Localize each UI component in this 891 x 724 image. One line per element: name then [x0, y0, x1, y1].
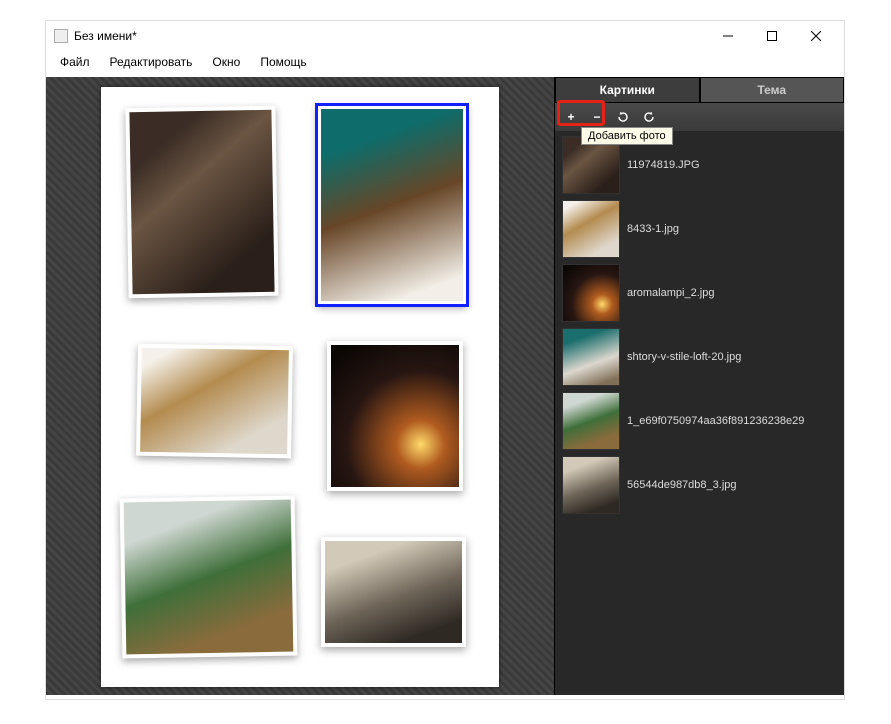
add-photo-tooltip: Добавить фото	[581, 127, 673, 145]
photo-frame[interactable]	[120, 495, 298, 658]
rotate-ccw-button[interactable]	[615, 109, 631, 125]
rotate-ccw-icon	[616, 110, 630, 124]
list-item[interactable]: 11974819.JPG	[563, 137, 838, 193]
app-icon	[54, 29, 68, 43]
titlebar: Без имени*	[46, 21, 844, 51]
file-name: 56544de987db8_3.jpg	[627, 479, 737, 491]
side-panel: Картинки Тема + − Добавить фото 11974819…	[554, 77, 844, 695]
minimize-button[interactable]	[706, 22, 750, 50]
menu-edit[interactable]: Редактировать	[102, 53, 201, 71]
close-button[interactable]	[794, 22, 838, 50]
add-photo-button[interactable]: +	[563, 109, 579, 125]
thumbnail	[563, 329, 619, 385]
thumbnail	[563, 201, 619, 257]
menubar: Файл Редактировать Окно Помощь	[46, 51, 844, 77]
panel-tabs: Картинки Тема	[555, 77, 844, 103]
file-name: 8433-1.jpg	[627, 223, 679, 235]
list-item[interactable]: 8433-1.jpg	[563, 201, 838, 257]
menu-file[interactable]: Файл	[52, 53, 98, 71]
panel-toolbar: + − Добавить фото	[555, 103, 844, 131]
rotate-cw-button[interactable]	[641, 109, 657, 125]
thumbnail	[563, 457, 619, 513]
window-controls	[706, 22, 838, 50]
tab-pictures[interactable]: Картинки	[555, 77, 700, 103]
plus-icon: +	[567, 110, 574, 124]
list-item[interactable]: 1_e69f0750974aa36f891236238e29	[563, 393, 838, 449]
close-icon	[811, 31, 821, 41]
list-item[interactable]: 56544de987db8_3.jpg	[563, 457, 838, 513]
photo-frame[interactable]	[125, 106, 278, 299]
list-item[interactable]: aromalampi_2.jpg	[563, 265, 838, 321]
list-item[interactable]: shtory-v-stile-loft-20.jpg	[563, 329, 838, 385]
thumbnail	[563, 265, 619, 321]
file-name: 1_e69f0750974aa36f891236238e29	[627, 415, 804, 427]
menu-window[interactable]: Окно	[204, 53, 248, 71]
thumbnail	[563, 137, 619, 193]
photo-frame-selected[interactable]	[317, 105, 467, 305]
minus-icon: −	[593, 110, 600, 124]
app-window: Без имени* Файл Редактировать Окно Помощ…	[45, 20, 845, 700]
file-name: aromalampi_2.jpg	[627, 287, 714, 299]
window-title: Без имени*	[74, 29, 137, 43]
photo-frame[interactable]	[321, 537, 466, 647]
image-list[interactable]: 11974819.JPG 8433-1.jpg aromalampi_2.jpg…	[555, 131, 844, 695]
photo-frame[interactable]	[136, 344, 293, 459]
minimize-icon	[723, 31, 733, 41]
remove-photo-button[interactable]: −	[589, 109, 605, 125]
maximize-button[interactable]	[750, 22, 794, 50]
thumbnail	[563, 393, 619, 449]
tab-theme[interactable]: Тема	[700, 77, 845, 103]
collage-page	[101, 87, 499, 687]
maximize-icon	[767, 31, 777, 41]
photo-frame[interactable]	[327, 341, 463, 491]
file-name: 11974819.JPG	[627, 159, 700, 171]
file-name: shtory-v-stile-loft-20.jpg	[627, 351, 741, 363]
menu-help[interactable]: Помощь	[252, 53, 314, 71]
rotate-cw-icon	[642, 110, 656, 124]
workspace: Картинки Тема + − Добавить фото 11974819…	[46, 77, 844, 695]
canvas-area[interactable]	[46, 77, 554, 695]
